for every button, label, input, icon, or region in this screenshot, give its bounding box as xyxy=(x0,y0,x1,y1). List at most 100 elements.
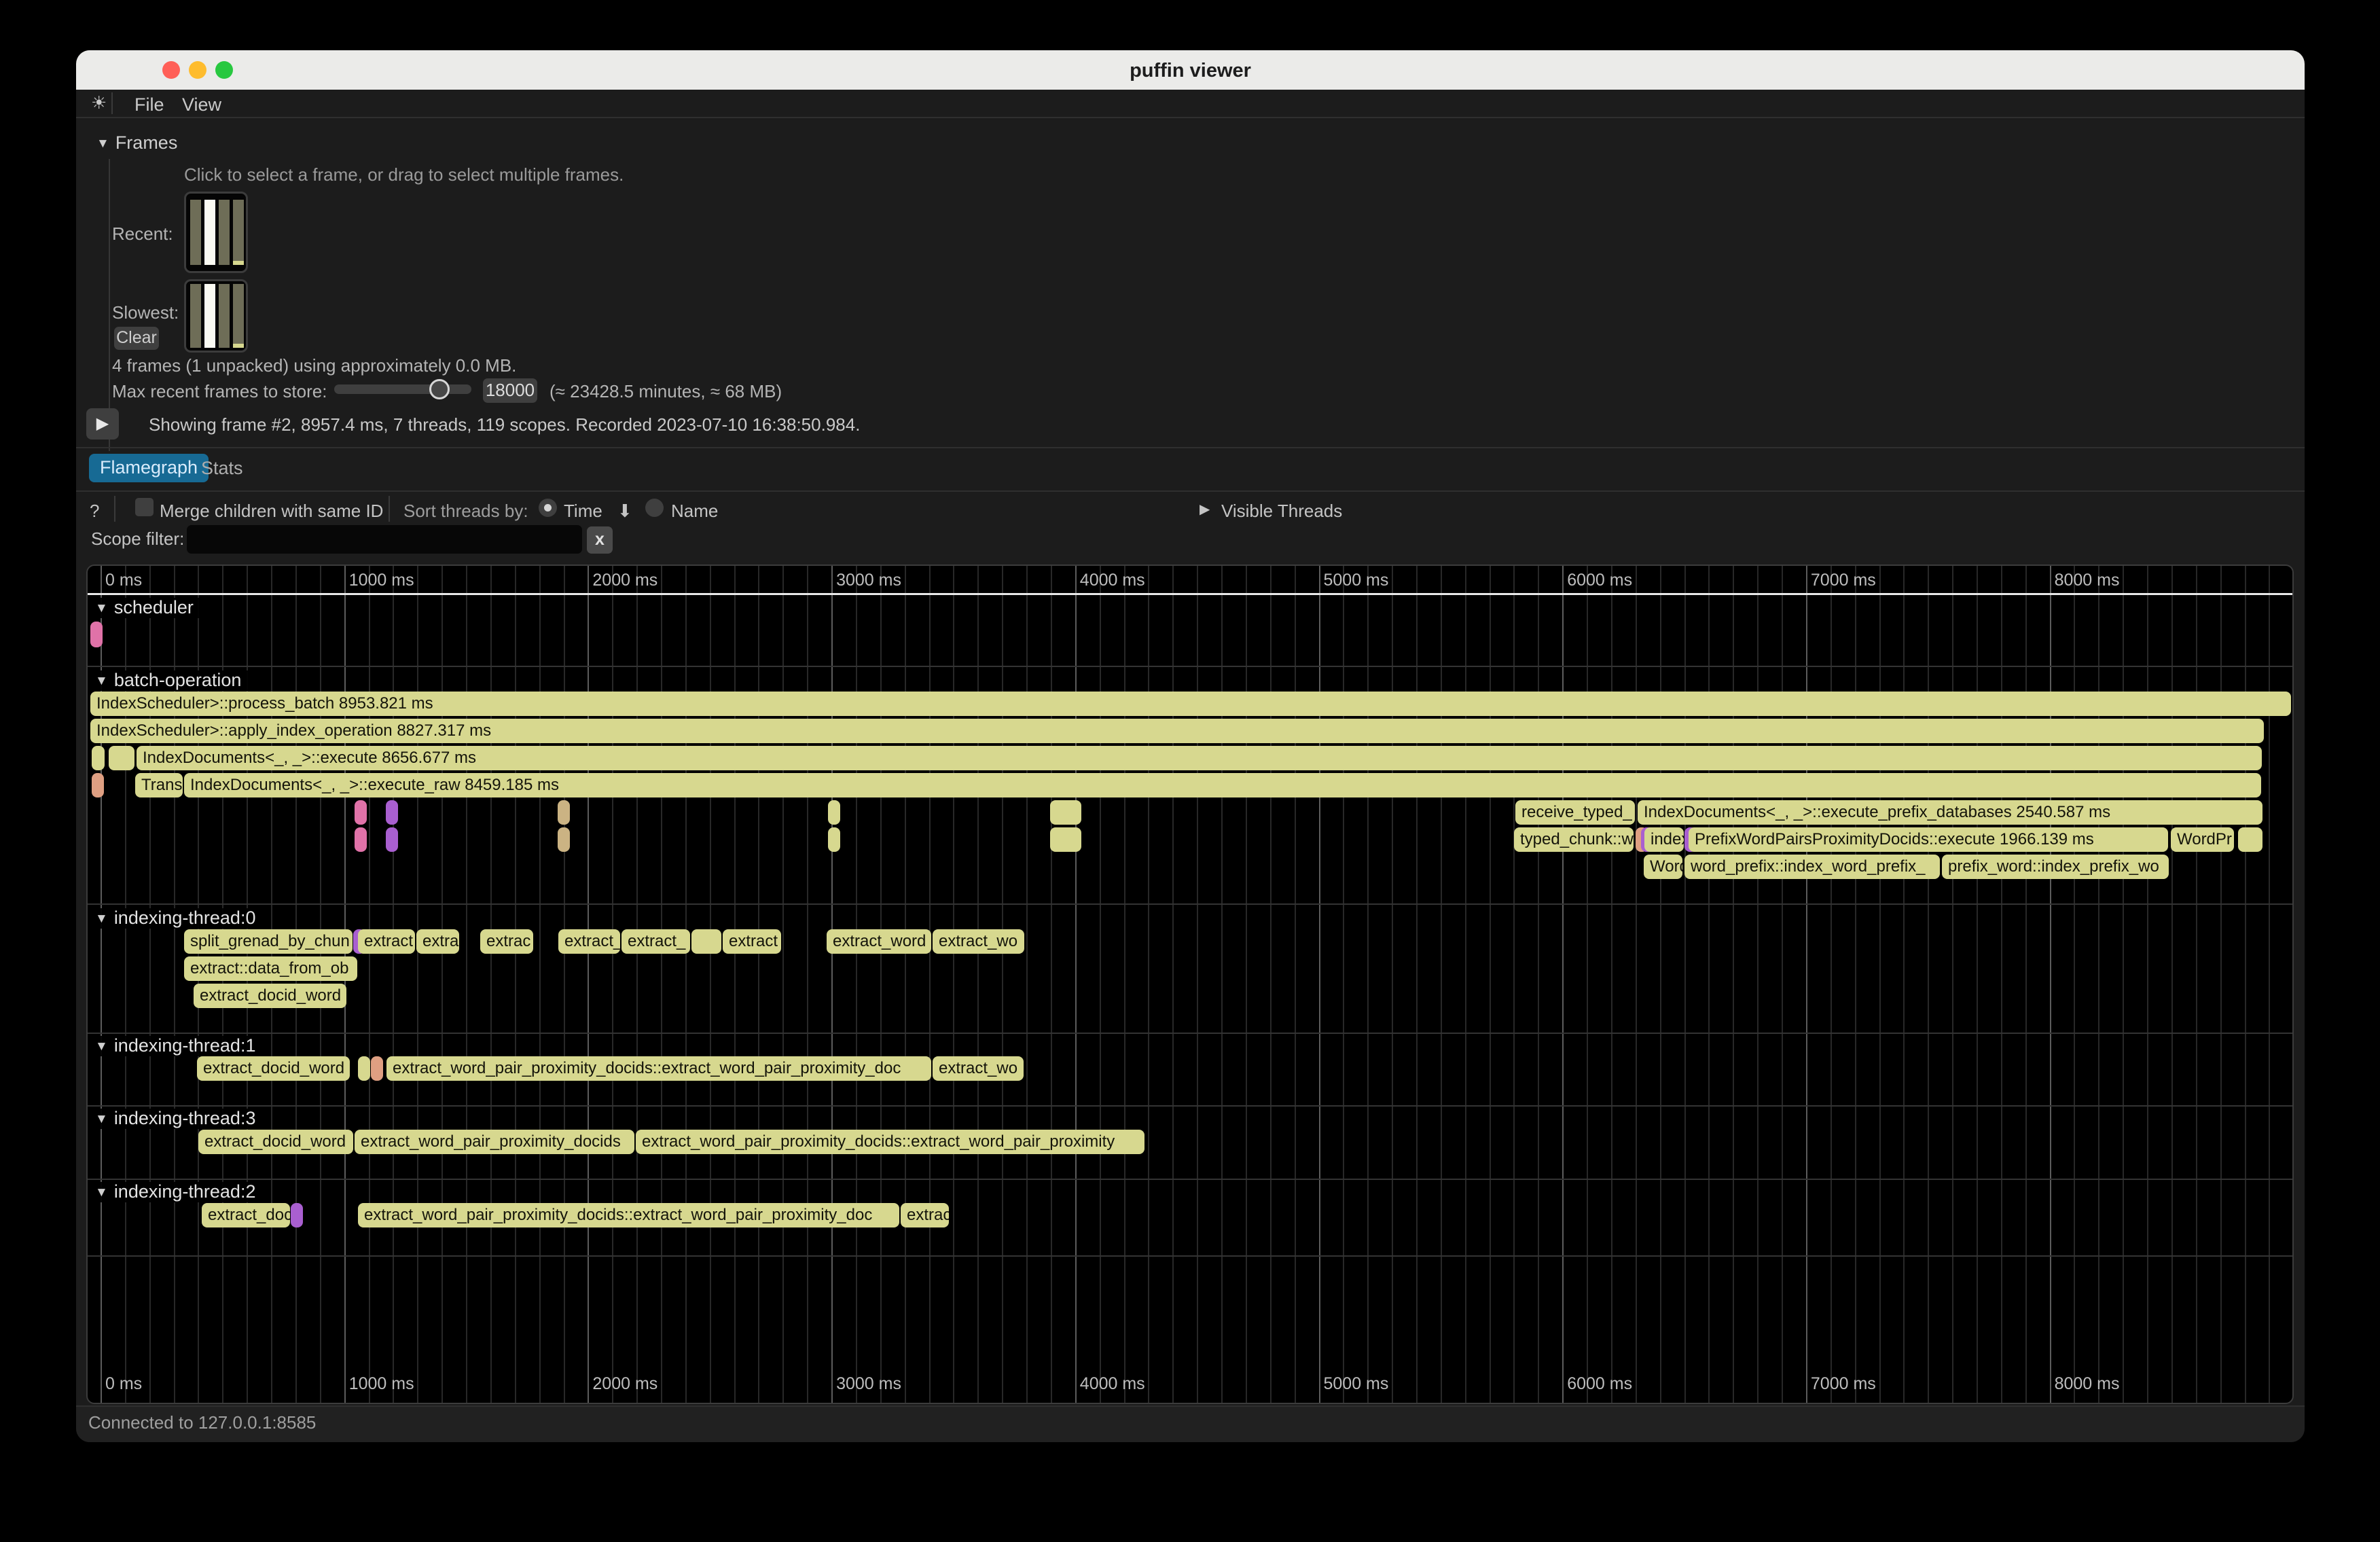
tab-flamegraph[interactable]: Flamegraph xyxy=(89,454,209,482)
scope-bar[interactable]: extract xyxy=(358,929,415,954)
scope-bar-small[interactable] xyxy=(358,1056,370,1081)
scope-bar[interactable]: extract_doc xyxy=(202,1203,290,1227)
thread-header-indexing-thread-3[interactable]: ▼indexing-thread:3 xyxy=(94,1109,262,1129)
frame-bar[interactable] xyxy=(219,200,230,265)
visible-threads-header[interactable]: Visible Threads xyxy=(1221,501,1342,522)
scope-bar[interactable]: extract_word_pair_proximity_docids::extr… xyxy=(358,1203,899,1227)
scope-bar-small[interactable] xyxy=(355,800,367,825)
scope-bar[interactable]: extract xyxy=(723,929,781,954)
scope-bar-small[interactable] xyxy=(1050,800,1081,825)
scope-bar[interactable]: extract_wo xyxy=(933,1056,1024,1081)
theme-toggle-icon[interactable]: ☀ xyxy=(91,92,107,113)
scope-bar[interactable]: extract_docid_word xyxy=(197,1056,350,1081)
scope-bar[interactable]: extract::data_from_ob xyxy=(184,956,357,981)
menu-item-file[interactable]: File xyxy=(134,94,164,115)
scope-bar[interactable]: extract_word xyxy=(827,929,931,954)
scope-bar[interactable]: extract_word_pair_proximity_docids xyxy=(355,1130,634,1154)
scope-bar[interactable]: IndexScheduler>::process_batch 8953.821 … xyxy=(90,692,2291,716)
thread-header-indexing-thread-0[interactable]: ▼indexing-thread:0 xyxy=(94,908,262,929)
scope-bar[interactable]: extract_docid_word xyxy=(198,1130,353,1154)
frame-bar-selected[interactable] xyxy=(204,200,215,265)
thread-section-separator xyxy=(88,1105,2292,1107)
frame-bar[interactable] xyxy=(190,200,201,265)
scope-filter-label: Scope filter: xyxy=(91,528,184,550)
scope-bar-small[interactable] xyxy=(2238,827,2262,852)
scope-filter-input[interactable] xyxy=(187,525,582,554)
help-button[interactable]: ? xyxy=(90,501,99,522)
thread-header-indexing-thread-1[interactable]: ▼indexing-thread:1 xyxy=(94,1036,262,1056)
frame-bar[interactable] xyxy=(233,284,244,348)
scope-bar[interactable]: typed_chunk::w xyxy=(1514,827,1634,852)
frame-bar[interactable] xyxy=(219,284,230,348)
chevron-right-icon[interactable]: ▶ xyxy=(1200,501,1210,518)
scope-bar[interactable]: extract_docid_word xyxy=(194,984,346,1008)
frame-bar-selected[interactable] xyxy=(204,284,215,348)
scope-bar-small[interactable] xyxy=(90,622,103,647)
sort-direction-icon[interactable]: ⬇ xyxy=(617,501,632,522)
scope-bar-small[interactable] xyxy=(92,746,105,770)
scope-bar-small[interactable] xyxy=(291,1203,303,1227)
scope-bar[interactable]: receive_typed_ xyxy=(1515,800,1635,825)
tab-stats[interactable]: Stats xyxy=(201,458,243,479)
menu-item-view[interactable]: View xyxy=(182,94,221,115)
scope-bar-small[interactable] xyxy=(386,827,398,852)
scope-bar[interactable]: IndexDocuments<_, _>::execute 8656.677 m… xyxy=(137,746,2262,770)
scope-bar[interactable]: IndexScheduler>::apply_index_operation 8… xyxy=(90,719,2264,743)
slowest-frames-thumbnail[interactable] xyxy=(184,279,248,353)
scope-bar[interactable]: Trans xyxy=(135,773,183,797)
scope-bar[interactable]: PrefixWordPairsProximityDocids::execute … xyxy=(1689,827,2168,852)
scope-bar-small[interactable] xyxy=(691,929,721,954)
scope-bar[interactable]: extrac xyxy=(480,929,533,954)
max-frames-value[interactable]: 18000 xyxy=(483,378,537,403)
scope-bar[interactable]: extract_ xyxy=(621,929,690,954)
scope-bar[interactable]: IndexDocuments<_, _>::execute_prefix_dat… xyxy=(1638,800,2262,825)
window-title: puffin viewer xyxy=(76,60,2305,82)
merge-children-checkbox[interactable] xyxy=(135,498,154,516)
sort-by-time-radio[interactable] xyxy=(539,499,557,517)
scope-bar[interactable]: extract_ xyxy=(558,929,620,954)
scope-bar[interactable]: extract_word_pair_proximity_docids::extr… xyxy=(636,1130,1144,1154)
collapse-icon: ▼ xyxy=(96,137,109,151)
thread-name: indexing-thread:1 xyxy=(114,1035,256,1056)
frames-section-header[interactable]: ▼Frames xyxy=(96,132,177,154)
scope-bar[interactable]: extrac xyxy=(901,1203,949,1227)
scope-bar-small[interactable] xyxy=(371,1056,383,1081)
clear-filter-button[interactable]: x xyxy=(587,526,613,554)
scope-bar-small[interactable] xyxy=(1050,827,1081,852)
scope-bar-small[interactable] xyxy=(355,827,367,852)
scope-bar[interactable]: extra xyxy=(416,929,459,954)
scope-bar[interactable]: extract_wo xyxy=(933,929,1024,954)
max-frames-slider[interactable] xyxy=(334,384,471,394)
scope-bar-small[interactable] xyxy=(109,746,134,770)
thread-header-indexing-thread-2[interactable]: ▼indexing-thread:2 xyxy=(94,1182,262,1202)
frame-bar[interactable] xyxy=(190,284,201,348)
ruler-tick-label: 4000 ms xyxy=(1080,1374,1145,1394)
scope-bar[interactable]: IndexDocuments<_, _>::execute_raw 8459.1… xyxy=(184,773,2261,797)
scope-bar[interactable]: WordPr xyxy=(2171,827,2234,852)
sort-by-name-radio[interactable] xyxy=(645,499,664,517)
scope-bar-small[interactable] xyxy=(828,800,840,825)
frame-bar[interactable] xyxy=(233,200,244,265)
scope-bar-small[interactable] xyxy=(92,773,104,797)
clear-frames-button[interactable]: Clear xyxy=(114,327,159,350)
flamegraph-canvas[interactable]: 0 ms0 ms1000 ms1000 ms2000 ms2000 ms3000… xyxy=(86,564,2294,1404)
recent-frames-thumbnail[interactable] xyxy=(184,192,248,273)
scope-bar[interactable]: prefix_word::index_prefix_wo xyxy=(1942,855,2169,879)
scope-bar-small[interactable] xyxy=(828,827,840,852)
scope-bar-small[interactable] xyxy=(558,827,570,852)
thread-header-scheduler[interactable]: ▼scheduler xyxy=(94,598,200,618)
thread-header-batch-operation[interactable]: ▼batch-operation xyxy=(94,670,248,691)
scope-bar[interactable]: split_grenad_by_chun xyxy=(184,929,353,954)
slider-knob[interactable] xyxy=(429,379,450,399)
menu-separator xyxy=(111,92,113,114)
scope-bar-small[interactable] xyxy=(386,800,398,825)
ruler-tick-label: 8000 ms xyxy=(2055,1374,2120,1394)
grid-line-major xyxy=(2293,566,2294,1403)
divider xyxy=(76,447,2305,448)
play-button[interactable]: ▶ xyxy=(86,408,119,440)
scope-bar[interactable]: index xyxy=(1644,827,1684,852)
scope-bar-small[interactable] xyxy=(558,800,570,825)
scope-bar[interactable]: Word xyxy=(1644,855,1682,879)
scope-bar[interactable]: extract_word_pair_proximity_docids::extr… xyxy=(386,1056,931,1081)
scope-bar[interactable]: word_prefix::index_word_prefix_ xyxy=(1684,855,1940,879)
